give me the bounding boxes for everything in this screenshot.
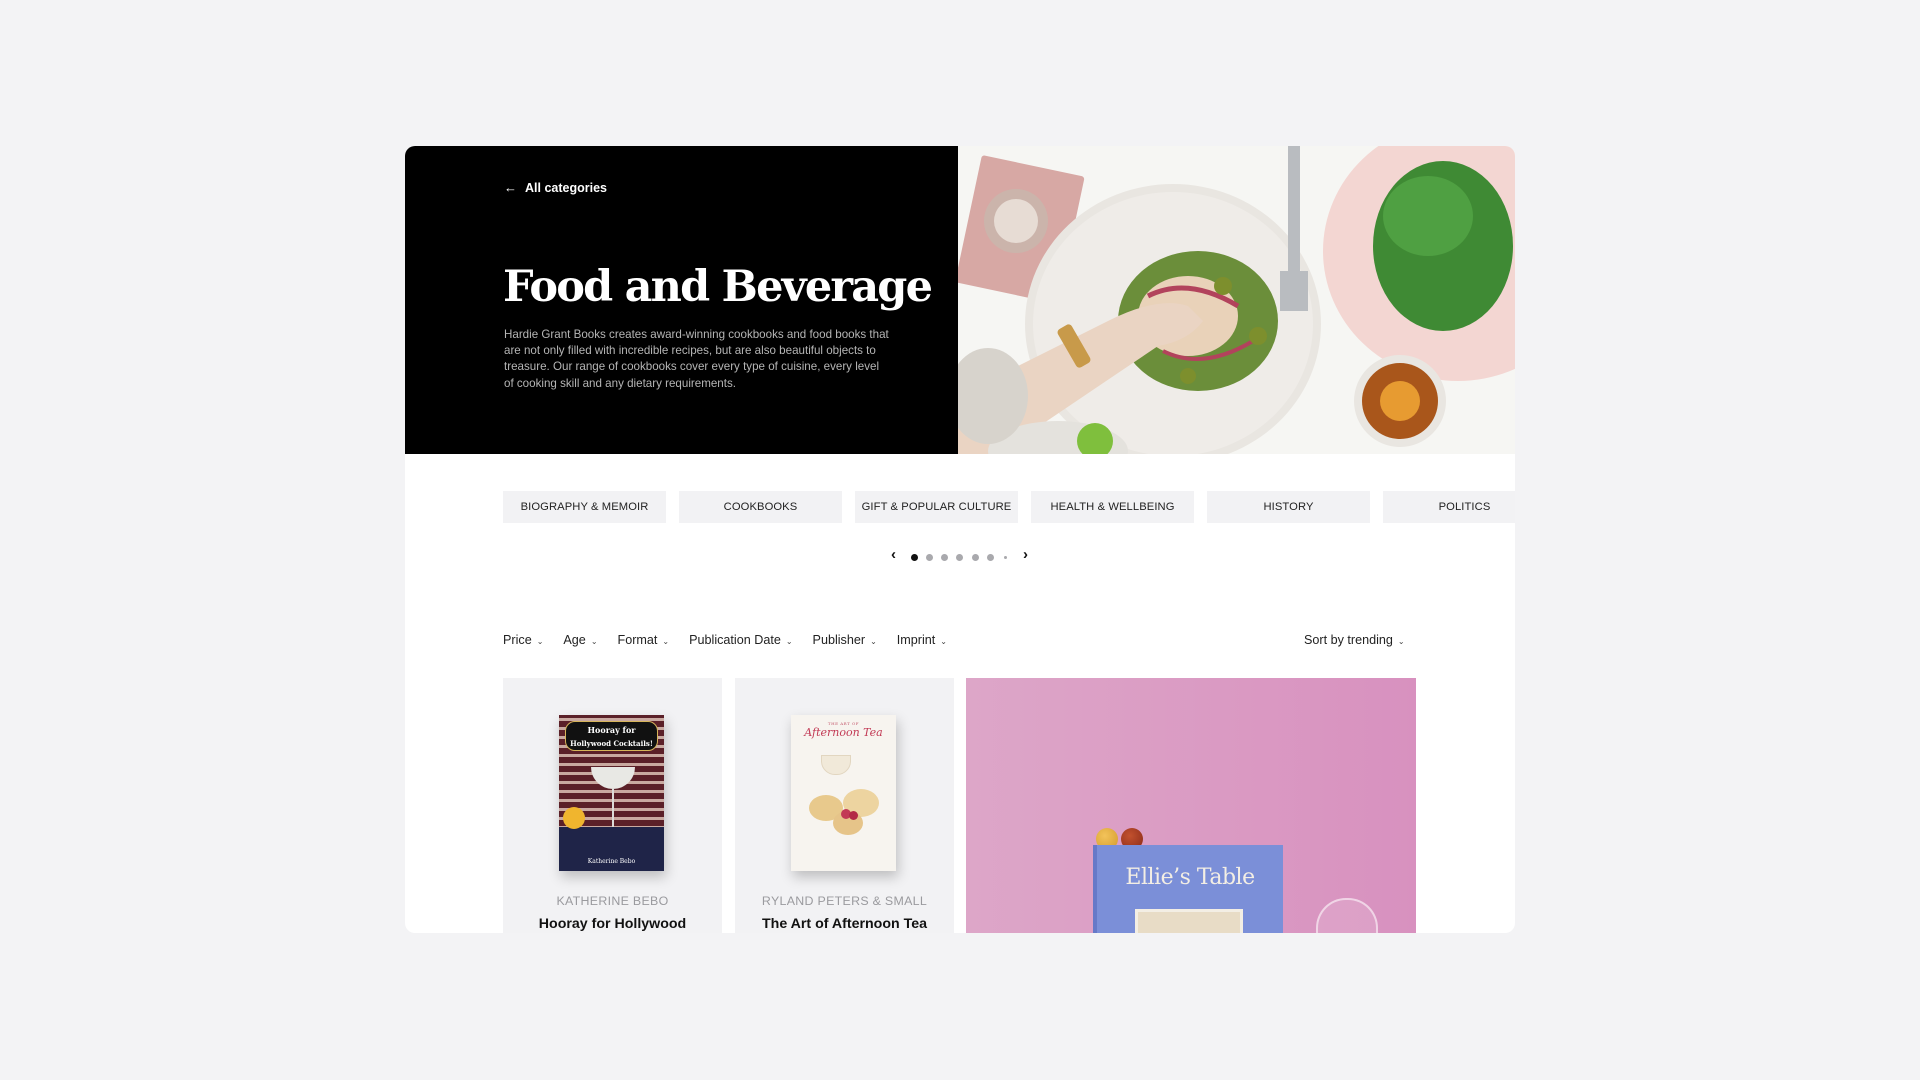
all-categories-label: All categories <box>525 180 607 195</box>
category-pill-biography-memoir[interactable]: BIOGRAPHY & MEMOIR <box>503 491 666 523</box>
hero-text-block: ← All categories Food and Beverage Hardi… <box>405 146 958 454</box>
product-author: RYLAND PETERS & SMALL <box>761 894 928 908</box>
featured-book-cover: Ellie’s Table <box>1093 845 1283 933</box>
featured-book-photo <box>1135 909 1243 933</box>
category-pill-cookbooks[interactable]: COOKBOOKS <box>679 491 842 523</box>
subcategory-carousel: BIOGRAPHY & MEMOIR COOKBOOKS GIFT & POPU… <box>503 491 1515 523</box>
filter-publication-date-label: Publication Date <box>689 633 781 647</box>
book-cover: Hooray for Hollywood Cocktails! Katherin… <box>559 715 664 871</box>
filter-publisher-label: Publisher <box>812 633 866 647</box>
chevron-down-icon: ⌄ <box>870 636 877 646</box>
filter-age[interactable]: Age ⌄ <box>563 633 597 647</box>
wine-glass <box>1316 898 1378 933</box>
carousel-dot-3[interactable] <box>941 554 948 561</box>
sort-dropdown[interactable]: Sort by trending ⌄ <box>1304 633 1405 647</box>
arrow-left-icon: ← <box>504 180 517 195</box>
cover-title-line2: Afternoon Tea <box>804 726 883 739</box>
category-pill-gift-popular-culture[interactable]: GIFT & POPULAR CULTURE <box>855 491 1018 523</box>
filter-age-label: Age <box>563 633 586 647</box>
all-categories-link[interactable]: ← All categories <box>504 180 607 195</box>
chevron-down-icon: ⌄ <box>1397 636 1405 646</box>
product-title: Hooray for Hollywood Cocktails! <box>538 916 687 932</box>
filter-publisher[interactable]: Publisher ⌄ <box>813 633 877 647</box>
filter-imprint-label: Imprint <box>896 633 936 647</box>
carousel-dot-5[interactable] <box>972 554 979 561</box>
featured-book-title: Ellie’s Table <box>1125 865 1255 890</box>
cover-author: Katherine Bebo <box>587 858 636 865</box>
cover-title-line2: Hollywood Cocktails! <box>570 739 653 748</box>
product-card[interactable]: Hooray for Hollywood Cocktails! Katherin… <box>503 678 722 933</box>
filter-format-label: Format <box>617 633 658 647</box>
filter-publication-date[interactable]: Publication Date ⌄ <box>689 633 792 647</box>
sort-label: Sort by trending <box>1304 633 1393 647</box>
filter-price-label: Price <box>503 633 532 647</box>
filter-format[interactable]: Format ⌄ <box>618 633 670 647</box>
book-cover: THE ART OF Afternoon Tea <box>791 715 896 871</box>
filter-imprint[interactable]: Imprint ⌄ <box>897 633 947 647</box>
filter-bar: Price ⌄ Age ⌄ Format ⌄ Publication Date … <box>503 633 947 647</box>
chevron-down-icon: ⌄ <box>940 636 947 646</box>
carousel-dot-1[interactable] <box>911 554 918 561</box>
carousel-dot-7[interactable] <box>1004 556 1007 559</box>
category-pill-health-wellbeing[interactable]: HEALTH & WELLBEING <box>1031 491 1194 523</box>
hero-image <box>958 146 1515 454</box>
chevron-right-icon[interactable]: › <box>1023 547 1028 562</box>
category-pill-history[interactable]: HISTORY <box>1207 491 1370 523</box>
food-photo-illustration <box>958 146 1515 454</box>
category-page-panel: ← All categories Food and Beverage Hardi… <box>405 146 1515 933</box>
carousel-dot-4[interactable] <box>956 554 963 561</box>
carousel-dot-2[interactable] <box>926 554 933 561</box>
cover-title-line1: Hooray for <box>587 725 636 735</box>
product-author: KATHERINE BEBO <box>556 894 669 908</box>
category-hero: ← All categories Food and Beverage Hardi… <box>405 146 1515 454</box>
chevron-down-icon: ⌄ <box>662 636 670 646</box>
chevron-down-icon: ⌄ <box>590 636 598 646</box>
chevron-left-icon[interactable]: ‹ <box>891 547 896 562</box>
featured-book-banner[interactable]: Ellie’s Table <box>966 678 1416 933</box>
chevron-down-icon: ⌄ <box>785 636 793 646</box>
page-title: Food and Beverage <box>503 262 933 312</box>
category-description: Hardie Grant Books creates award-winning… <box>504 328 889 390</box>
carousel-pagination: ‹ › <box>888 547 1038 564</box>
filter-price[interactable]: Price ⌄ <box>503 633 543 647</box>
product-card[interactable]: THE ART OF Afternoon Tea RYLAND PETERS &… <box>735 678 954 933</box>
carousel-dot-6[interactable] <box>987 554 994 561</box>
chevron-down-icon: ⌄ <box>536 636 544 646</box>
product-title: The Art of Afternoon Tea <box>762 916 927 932</box>
category-pill-politics[interactable]: POLITICS <box>1383 491 1515 523</box>
